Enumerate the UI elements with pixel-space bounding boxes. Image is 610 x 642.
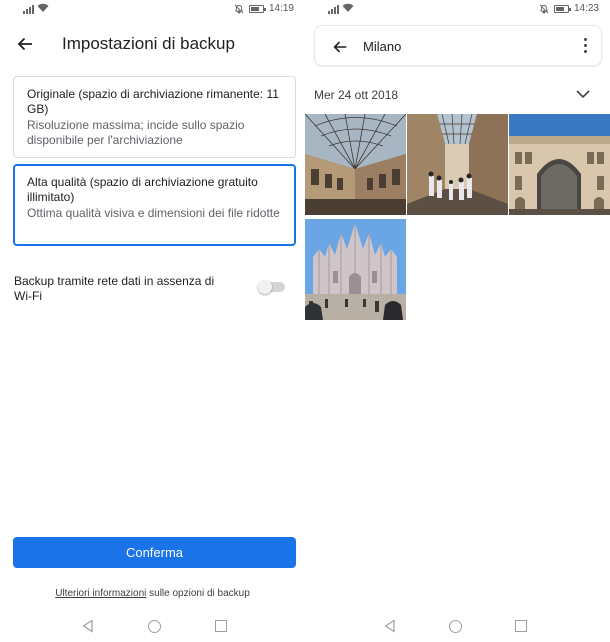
nav-recents-icon[interactable] — [515, 620, 527, 632]
nav-home-icon[interactable] — [148, 620, 161, 633]
photo-thumbnail[interactable] — [509, 114, 610, 215]
galleria-arcade-crowd-image — [407, 114, 508, 215]
option-original[interactable]: Originale (spazio di archiviazione riman… — [13, 76, 296, 158]
photo-thumbnail[interactable] — [305, 219, 406, 320]
signal-icon — [23, 5, 34, 14]
system-nav-bar — [0, 612, 305, 642]
nav-recents-icon[interactable] — [215, 620, 227, 632]
status-time: 14:23 — [573, 3, 599, 14]
chevron-down-icon[interactable] — [575, 87, 591, 101]
learn-more-suffix: sulle opzioni di backup — [146, 588, 250, 599]
page-title: Impostazioni di backup — [62, 34, 235, 53]
option-high-quality-title: Alta qualità (spazio di archiviazione gr… — [27, 175, 258, 204]
signal-icon — [328, 5, 339, 14]
search-bar[interactable]: Milano — [314, 25, 602, 66]
confirm-button[interactable]: Conferma — [13, 537, 296, 568]
notifications-off-icon — [539, 4, 549, 13]
notifications-off-icon — [234, 4, 244, 13]
wifi-icon — [37, 3, 49, 12]
more-vert-icon[interactable] — [583, 38, 587, 56]
status-bar: 14:19 — [0, 0, 305, 20]
nav-back-icon[interactable] — [81, 619, 95, 633]
galleria-entrance-arch-image — [509, 114, 610, 215]
option-high-quality[interactable]: Alta qualità (spazio di archiviazione gr… — [13, 164, 296, 246]
cellular-backup-toggle[interactable] — [258, 280, 287, 294]
option-original-title: Originale (spazio di archiviazione riman… — [27, 87, 279, 116]
date-group-label: Mer 24 ott 2018 — [314, 88, 399, 102]
learn-more-link[interactable]: Ulteriori informazioni — [55, 588, 146, 599]
battery-icon — [553, 4, 571, 13]
status-time: 14:19 — [268, 3, 294, 14]
battery-icon — [248, 4, 266, 13]
toggle-thumb — [258, 280, 272, 294]
duomo-di-milano-image — [305, 219, 406, 320]
status-bar: 14:23 — [305, 0, 610, 20]
photo-thumbnail[interactable] — [407, 114, 508, 215]
back-arrow-icon[interactable] — [331, 38, 349, 56]
system-nav-bar — [305, 612, 610, 642]
backup-settings-screen: 14:19 Impostazioni di backup Originale (… — [0, 0, 305, 642]
back-arrow-icon[interactable] — [15, 34, 35, 54]
cellular-backup-label: Backup tramite rete dati in assenza di W… — [14, 274, 215, 303]
photos-search-screen: 14:23 Milano Mer 24 ott 2018 — [305, 0, 610, 642]
learn-more-text: Ulteriori informazioni sulle opzioni di … — [0, 588, 305, 599]
nav-back-icon[interactable] — [383, 619, 397, 633]
photo-thumbnail[interactable] — [305, 114, 406, 215]
option-original-description: Risoluzione massima; incide sullo spazio… — [27, 118, 245, 147]
nav-home-icon[interactable] — [449, 620, 462, 633]
galleria-glass-roof-image — [305, 114, 406, 215]
search-query[interactable]: Milano — [363, 39, 401, 54]
wifi-icon — [342, 3, 354, 12]
option-high-quality-description: Ottima qualità visiva e dimensioni dei f… — [27, 206, 280, 220]
